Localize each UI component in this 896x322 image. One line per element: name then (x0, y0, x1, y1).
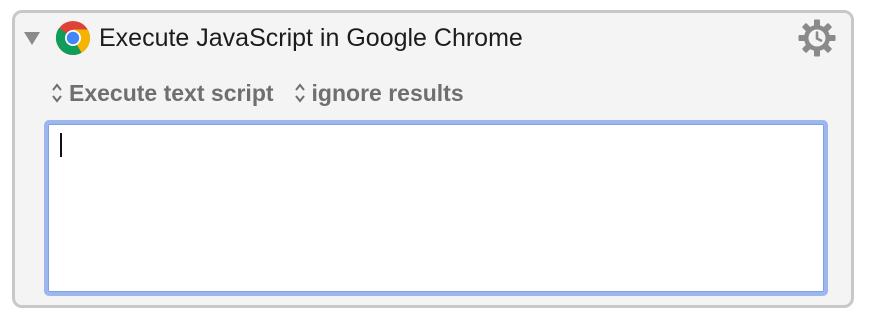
gear-icon[interactable] (797, 18, 837, 58)
text-caret (60, 133, 62, 157)
results-mode-label: ignore results (311, 79, 464, 106)
disclosure-triangle-icon[interactable] (23, 30, 41, 46)
updown-chevron-icon (294, 83, 305, 103)
action-header: Execute JavaScript in Google Chrome (15, 13, 851, 65)
execute-mode-label: Execute text script (69, 79, 274, 106)
results-mode-popup[interactable]: ignore results (294, 80, 464, 107)
script-text-area[interactable] (44, 120, 828, 296)
updown-chevron-icon (52, 83, 62, 103)
execute-mode-popup[interactable]: Execute text script (51, 80, 274, 107)
options-row: Execute text script ignore results (51, 77, 464, 109)
chrome-icon (55, 21, 90, 55)
action-panel: Execute JavaScript in Google Chrome Exec… (12, 10, 854, 308)
action-title: Execute JavaScript in Google Chrome (99, 24, 523, 52)
